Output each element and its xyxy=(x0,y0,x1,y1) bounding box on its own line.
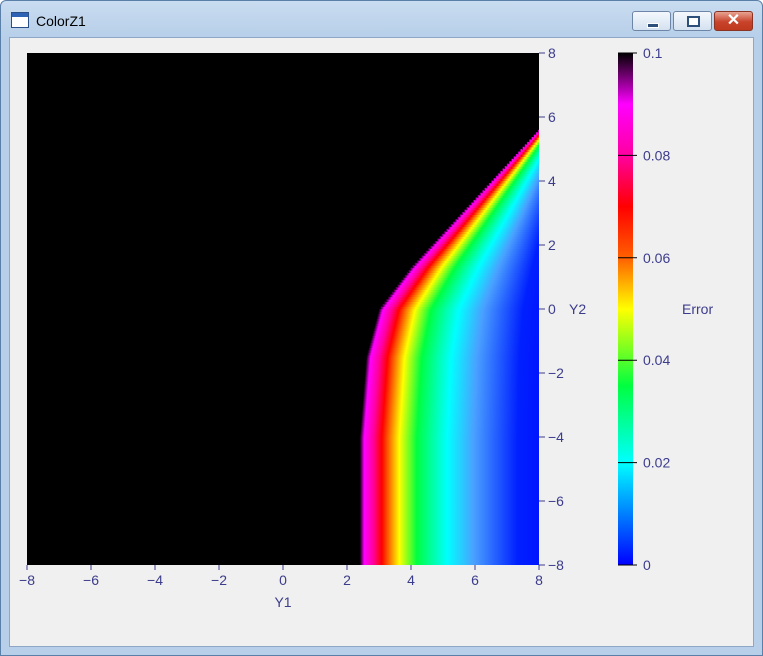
app-window: ColorZ1 ✕ −8 −6 −4 −2 0 2 4 6 8 Y1 8 6 4… xyxy=(0,0,763,656)
error-strip xyxy=(537,129,539,133)
colorbar xyxy=(618,53,633,565)
colorbar-tick-label: 0 xyxy=(643,557,651,573)
x-tick-label: −6 xyxy=(83,572,99,588)
colorbar-label: Error xyxy=(682,301,713,317)
colorbar-tick-label: 0.1 xyxy=(643,45,663,61)
maximize-button[interactable] xyxy=(673,11,712,31)
colorbar-tick-label: 0.06 xyxy=(643,250,670,266)
close-icon: ✕ xyxy=(726,12,741,29)
y-tick-label: −2 xyxy=(548,365,564,381)
error-strip xyxy=(535,132,539,136)
window-title: ColorZ1 xyxy=(36,13,86,29)
minimize-button[interactable] xyxy=(632,11,671,31)
error-strip xyxy=(533,134,539,138)
chart-panel: −8 −6 −4 −2 0 2 4 6 8 Y1 8 6 4 2 0 −2 −4 −6 −8 Y2 0.1 0.08 0.0… xyxy=(9,37,754,647)
colorbar-tick-label: 0.02 xyxy=(643,455,670,471)
x-tick-label: 6 xyxy=(471,572,479,588)
maximize-icon xyxy=(687,16,700,27)
y-tick-label: 4 xyxy=(548,173,556,189)
x-tick-label: 8 xyxy=(535,572,543,588)
x-tick-label: 0 xyxy=(279,572,287,588)
y-tick-label: −4 xyxy=(548,429,564,445)
y-tick-label: 0 xyxy=(548,301,556,317)
x-axis-label: Y1 xyxy=(274,594,291,610)
colorbar-tick-label: 0.08 xyxy=(643,147,670,163)
colorbar-tick-label: 0.04 xyxy=(643,352,670,368)
window-icon xyxy=(11,12,29,28)
minimize-icon xyxy=(647,23,659,28)
x-tick-label: −4 xyxy=(147,572,163,588)
heatmap-chart: −8 −6 −4 −2 0 2 4 6 8 Y1 8 6 4 2 0 −2 −4 −6 −8 Y2 0.1 0.08 0.0… xyxy=(19,45,713,610)
y-tick-label: 6 xyxy=(548,109,556,125)
x-tick-label: −8 xyxy=(19,572,35,588)
y-tick-label: 8 xyxy=(548,45,556,61)
y-tick-label: −6 xyxy=(548,493,564,509)
x-tick-label: 2 xyxy=(343,572,351,588)
y-tick-label: 2 xyxy=(548,237,556,253)
title-bar[interactable]: ColorZ1 ✕ xyxy=(1,1,762,37)
x-tick-label: 4 xyxy=(407,572,415,588)
close-button[interactable]: ✕ xyxy=(714,11,753,31)
y-tick-label: −8 xyxy=(548,557,564,573)
x-tick-label: −2 xyxy=(211,572,227,588)
y-axis-label: Y2 xyxy=(569,301,586,317)
